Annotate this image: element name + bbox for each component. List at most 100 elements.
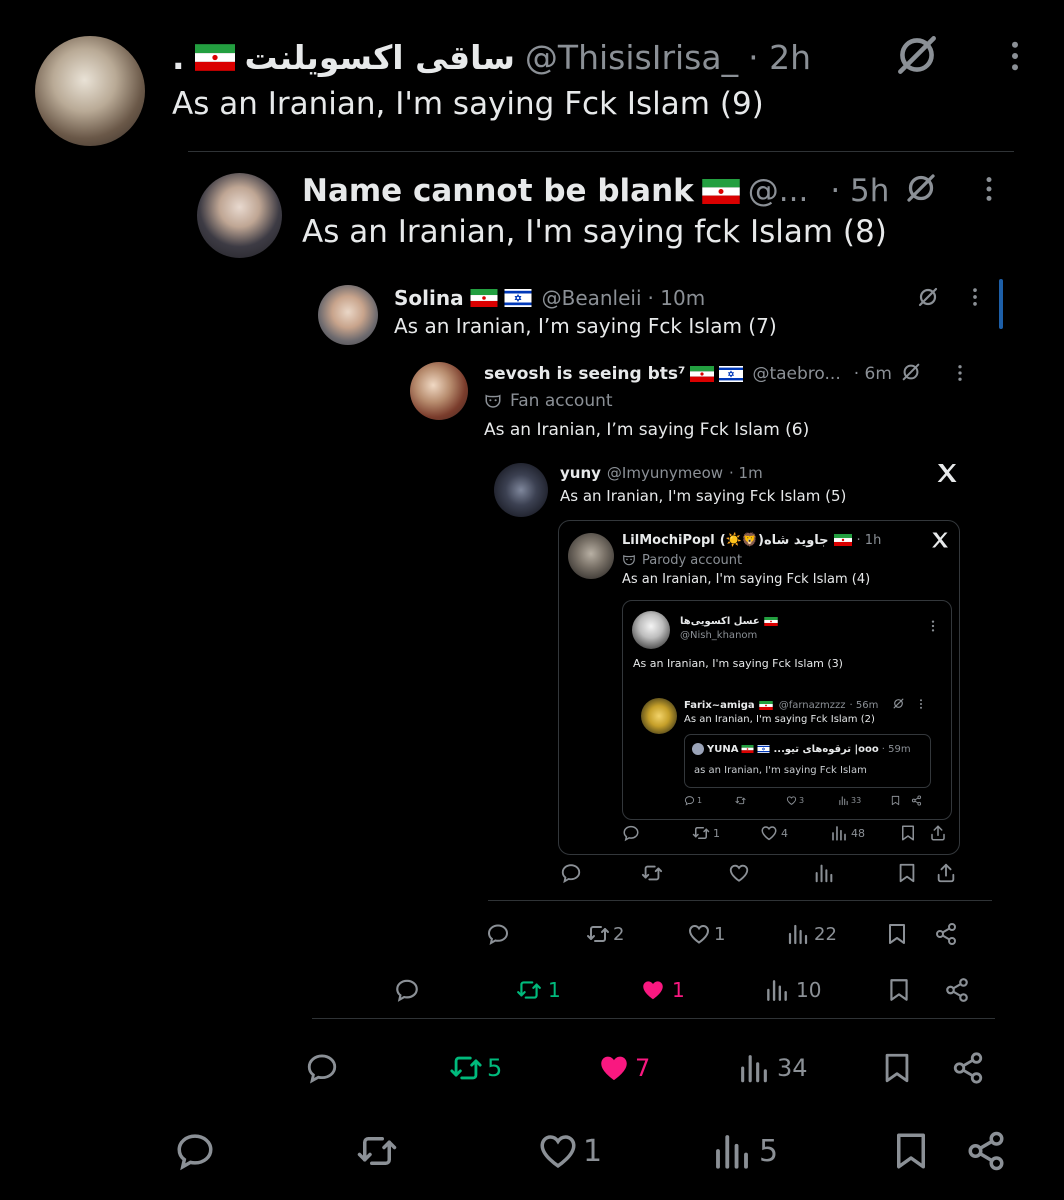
- timestamp[interactable]: · 5h: [830, 173, 889, 209]
- scrollbar[interactable]: [999, 279, 1003, 329]
- bookmark-button[interactable]: [890, 795, 901, 806]
- grok-icon[interactable]: [903, 170, 939, 206]
- display-name[interactable]: Solina: [394, 286, 464, 310]
- bookmark-button[interactable]: [886, 977, 912, 1003]
- retweet-button[interactable]: [641, 862, 663, 884]
- like-button[interactable]: 1: [687, 922, 725, 946]
- timestamp[interactable]: · 1m: [729, 464, 763, 482]
- display-name-extra[interactable]: جاوید شاه(🦁☀️): [720, 533, 829, 548]
- reply-count: 1: [697, 796, 703, 805]
- reply-button[interactable]: [394, 977, 424, 1003]
- retweet-button[interactable]: 2: [586, 922, 624, 946]
- share-button[interactable]: [934, 922, 958, 946]
- like-button[interactable]: 3: [786, 795, 804, 806]
- avatar[interactable]: [410, 362, 468, 420]
- reply-button[interactable]: [305, 1051, 343, 1085]
- retweet-button[interactable]: [356, 1130, 402, 1172]
- avatar[interactable]: [35, 36, 145, 146]
- like-button[interactable]: [728, 862, 750, 884]
- grok-icon[interactable]: [892, 697, 905, 710]
- avatar[interactable]: [494, 463, 548, 517]
- tweet-header: Farix~amiga @farnazmzzz · 56m: [684, 697, 878, 713]
- display-name[interactable]: Farix~amiga: [684, 700, 755, 711]
- reply-button[interactable]: [622, 824, 643, 842]
- share-button[interactable]: [911, 795, 922, 806]
- upload-button[interactable]: [929, 824, 947, 842]
- handle[interactable]: @Beanleii: [542, 286, 642, 310]
- reply-button[interactable]: [560, 862, 582, 884]
- avatar[interactable]: [632, 611, 670, 649]
- display-name[interactable]: LilMochiPopl: [622, 533, 715, 548]
- bookmark-button[interactable]: [890, 1130, 932, 1172]
- like-button[interactable]: 1: [640, 977, 685, 1003]
- reply-button[interactable]: 1: [684, 795, 702, 806]
- avatar[interactable]: [318, 285, 378, 345]
- parody-icon: [622, 553, 636, 567]
- more-options-icon[interactable]: [997, 38, 1033, 74]
- account-label-text: Parody account: [642, 552, 743, 568]
- grok-icon[interactable]: [892, 30, 942, 80]
- display-name[interactable]: sevosh is seeing bts⁷: [484, 364, 685, 384]
- bookmark-button[interactable]: [899, 824, 917, 842]
- bookmark-button[interactable]: [880, 1051, 914, 1085]
- avatar[interactable]: [692, 743, 704, 755]
- handle[interactable]: @ThisisIrisa_: [525, 38, 738, 77]
- x-logo-icon: [930, 530, 950, 550]
- reply-button[interactable]: [486, 922, 513, 946]
- grok-icon[interactable]: [900, 361, 922, 383]
- bookmark-button[interactable]: [896, 862, 918, 884]
- handle[interactable]: @...: [748, 173, 809, 209]
- like-button[interactable]: 7: [597, 1051, 650, 1085]
- timestamp[interactable]: · 6m: [854, 364, 892, 384]
- avatar[interactable]: [197, 173, 282, 258]
- handle[interactable]: @taebro...: [752, 364, 840, 384]
- handle[interactable]: @Nish_khanom: [680, 630, 757, 641]
- more-options-icon[interactable]: [926, 619, 940, 633]
- retweet-button[interactable]: 5: [449, 1051, 502, 1085]
- share-button[interactable]: [951, 1051, 985, 1085]
- retweet-button[interactable]: 1: [516, 977, 561, 1003]
- tweet-header: LilMochiPopl جاوید شاه(🦁☀️) · 1h: [622, 530, 881, 550]
- display-name-extra[interactable]: ooo| ترقوه‌های تیو...: [773, 744, 878, 755]
- views-button[interactable]: 22: [786, 922, 837, 946]
- retweet-button[interactable]: 1: [692, 824, 720, 842]
- timestamp[interactable]: · 56m: [849, 700, 878, 711]
- share-button[interactable]: [944, 977, 970, 1003]
- reply-button[interactable]: [174, 1130, 220, 1172]
- display-name[interactable]: Name cannot be blank: [302, 173, 694, 209]
- upload-button[interactable]: [935, 862, 957, 884]
- retweet-button[interactable]: [735, 795, 748, 806]
- avatar[interactable]: [568, 533, 614, 579]
- views-button[interactable]: 48: [830, 824, 865, 842]
- display-name[interactable]: YUNA: [707, 744, 738, 755]
- more-options-icon[interactable]: [964, 286, 986, 308]
- views-count: 22: [814, 923, 837, 945]
- display-name[interactable]: عسل اکسویی‌ها: [680, 616, 760, 627]
- timestamp[interactable]: · 59m: [882, 744, 911, 755]
- timestamp[interactable]: · 10m: [648, 286, 706, 310]
- views-button[interactable]: 34: [737, 1051, 808, 1085]
- like-button[interactable]: 4: [760, 824, 788, 842]
- more-options-icon[interactable]: [915, 698, 927, 710]
- display-name[interactable]: yuny: [560, 464, 601, 482]
- share-button[interactable]: [965, 1130, 1007, 1172]
- more-options-icon[interactable]: [974, 174, 1004, 204]
- like-button[interactable]: 1: [537, 1130, 602, 1172]
- tweet-text: As an Iranian, I'm saying fck Islam (8): [302, 214, 887, 250]
- timestamp[interactable]: · 1h: [857, 533, 882, 548]
- divider: [312, 1018, 995, 1019]
- display-name-dot: .: [172, 37, 185, 77]
- views-button[interactable]: 10: [764, 977, 821, 1003]
- iran-flag-icon: [741, 745, 754, 753]
- views-button[interactable]: 5: [711, 1130, 778, 1172]
- bookmark-button[interactable]: [885, 922, 909, 946]
- avatar[interactable]: [641, 698, 677, 734]
- timestamp[interactable]: · 2h: [748, 38, 811, 77]
- display-name[interactable]: ساقی اکسویلنت: [245, 38, 515, 77]
- handle[interactable]: @Imyunymeow: [607, 464, 723, 482]
- views-button[interactable]: 33: [838, 795, 861, 806]
- handle[interactable]: @farnazmzzz: [779, 700, 846, 711]
- grok-icon[interactable]: [916, 285, 940, 309]
- views-button[interactable]: [813, 862, 835, 884]
- more-options-icon[interactable]: [950, 363, 970, 383]
